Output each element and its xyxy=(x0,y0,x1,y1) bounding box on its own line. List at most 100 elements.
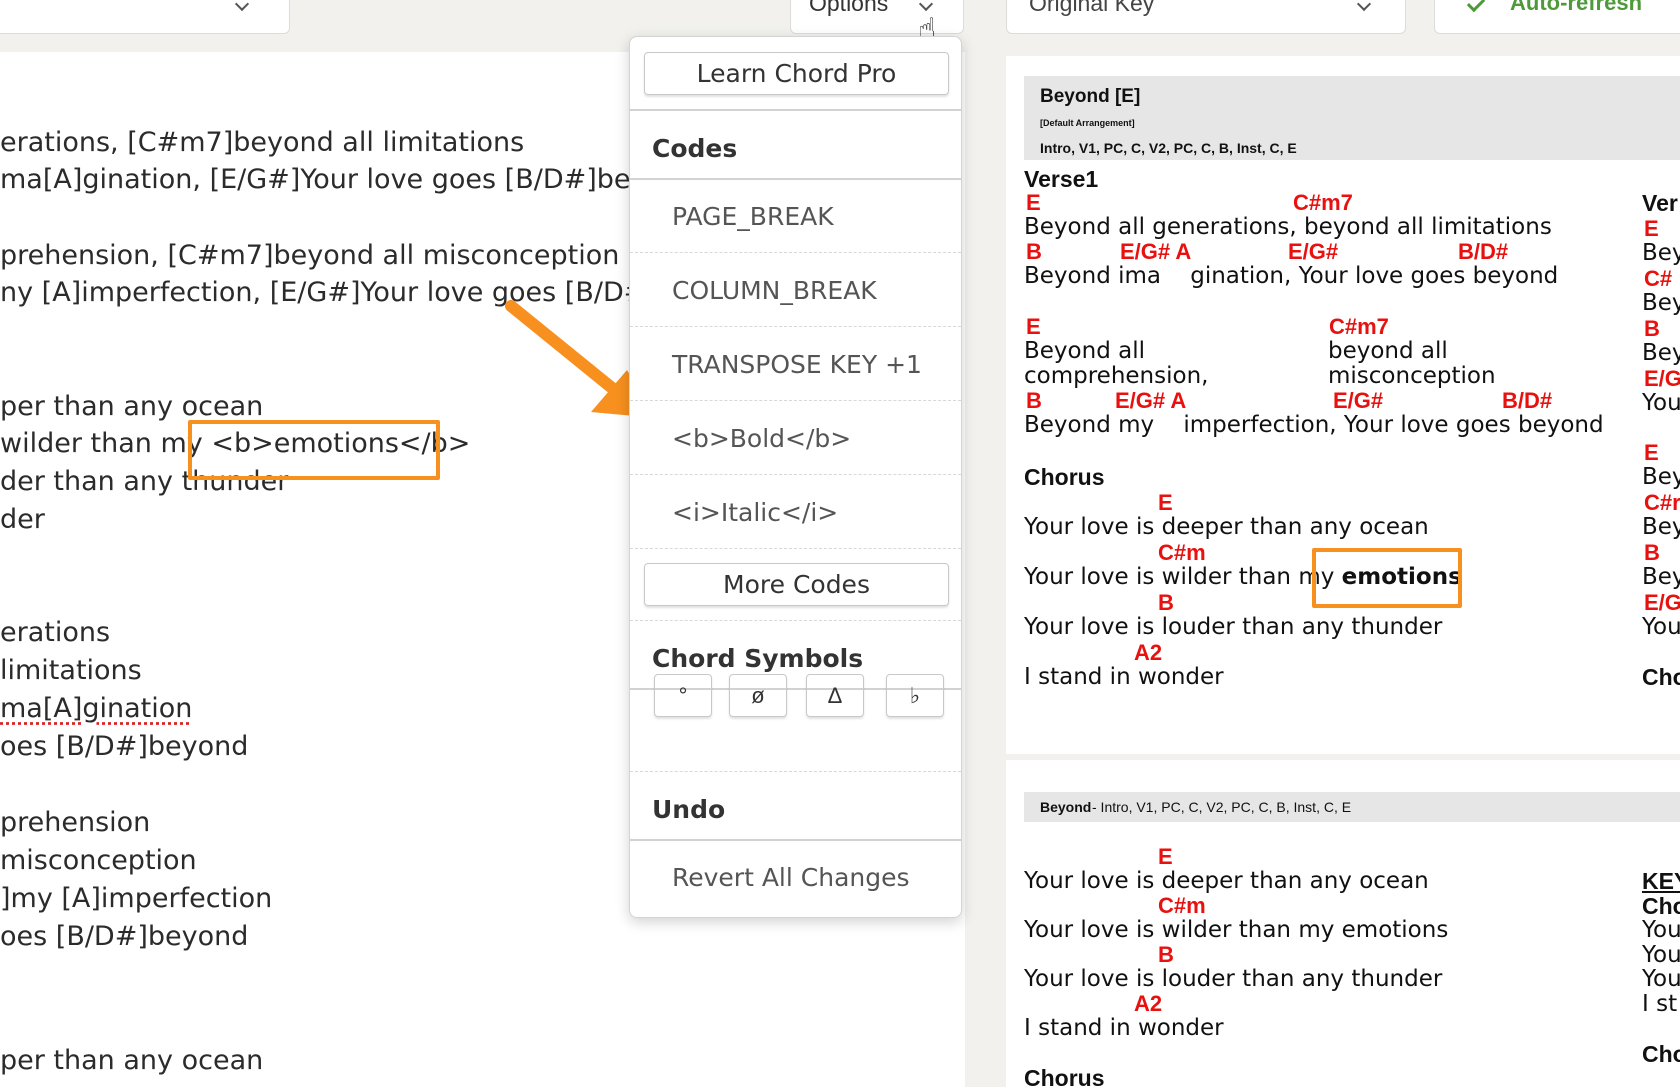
auto-refresh-button[interactable]: Auto-refresh xyxy=(1434,0,1680,34)
side-column-text: E xyxy=(1644,440,1659,465)
chord: E xyxy=(1158,844,1173,869)
editor-line: limitations xyxy=(0,655,142,686)
lyric-line: I stand in wonder xyxy=(1024,664,1224,690)
divider xyxy=(630,252,961,253)
chord: B xyxy=(1158,590,1174,615)
editor-line: per than any ocean xyxy=(0,391,264,422)
divider xyxy=(630,109,961,111)
lyric-line: Your love is wilder than my emotions xyxy=(1024,917,1449,943)
more-codes-button[interactable]: More Codes xyxy=(644,563,949,606)
chord: B xyxy=(1026,388,1042,413)
chord: E/G# A xyxy=(1120,239,1192,264)
side-column-text: You xyxy=(1642,917,1680,943)
lyric-line: Your love is louder than any thunder xyxy=(1024,966,1443,992)
menu-item-bold[interactable]: <b>Bold</b> xyxy=(672,424,851,453)
song-select[interactable] xyxy=(0,0,290,34)
song-title: Beyond xyxy=(1040,799,1092,815)
side-column-text: You xyxy=(1642,966,1680,992)
side-column-text: E/G xyxy=(1644,590,1680,615)
editor-line: oes [B/D#]beyond xyxy=(0,921,249,952)
editor-line: per than any ocean xyxy=(0,1045,264,1076)
editor-line: prehension xyxy=(0,807,151,838)
editor-line: misconception xyxy=(0,845,197,876)
song-header: Beyond [E] [Default Arrangement] Intro, … xyxy=(1024,76,1680,160)
menu-item-transpose-key[interactable]: TRANSPOSE KEY +1 xyxy=(672,350,922,379)
codes-heading: Codes xyxy=(652,134,738,163)
divider xyxy=(630,474,961,475)
side-column-text: KEY xyxy=(1642,868,1680,894)
side-column-text: Ver xyxy=(1642,190,1678,216)
chord: E xyxy=(1158,490,1173,515)
menu-item-italic[interactable]: <i>Italic</i> xyxy=(672,498,838,527)
divider xyxy=(630,326,961,327)
delta-symbol-button[interactable]: Δ xyxy=(806,674,864,717)
song-order: - Intro, V1, PC, C, V2, PC, C, B, Inst, … xyxy=(1092,799,1352,815)
side-column-text: Bey xyxy=(1642,240,1680,266)
flat-symbol-button[interactable]: ♭ xyxy=(886,674,944,717)
side-column-text: Bey xyxy=(1642,464,1680,490)
chord-symbols-heading: Chord Symbols xyxy=(652,644,864,673)
key-select[interactable]: Original Key xyxy=(1006,0,1406,34)
auto-refresh-label: Auto-refresh xyxy=(1510,0,1643,15)
section-label: Chorus xyxy=(1024,1065,1105,1087)
song-header: Beyond - Intro, V1, PC, C, V2, PC, C, B,… xyxy=(1024,792,1680,822)
lyric-line: Beyond ima gination, Your love goes beyo… xyxy=(1024,263,1559,289)
options-menu: Learn Chord Pro Codes PAGE_BREAK COLUMN_… xyxy=(629,36,962,918)
editor-line: erations, [C#m7]beyond all limitations xyxy=(0,127,525,158)
lyric-line: I stand in wonder xyxy=(1024,1015,1224,1041)
side-column-text: Bey xyxy=(1642,290,1680,316)
half-diminished-symbol-button[interactable]: ø xyxy=(729,674,787,717)
menu-item-column-break[interactable]: COLUMN_BREAK xyxy=(672,276,877,305)
lyric-line: beyond all xyxy=(1328,338,1448,364)
options-button[interactable]: Options xyxy=(790,0,964,34)
divider xyxy=(630,771,961,772)
divider xyxy=(630,620,961,621)
section-label: Verse1 xyxy=(1024,166,1099,192)
chord: B xyxy=(1026,239,1042,264)
editor-line: erations xyxy=(0,617,111,648)
editor-line: ]my [A]imperfection xyxy=(0,883,273,914)
revert-all-changes[interactable]: Revert All Changes xyxy=(672,863,910,892)
side-column-text: E xyxy=(1644,216,1659,241)
chord: E xyxy=(1026,314,1041,339)
undo-heading: Undo xyxy=(652,795,726,824)
chord: E xyxy=(1026,190,1041,215)
lyric-line: comprehension, xyxy=(1024,363,1209,389)
side-column-text: C#r xyxy=(1644,490,1680,515)
chord: B/D# xyxy=(1502,388,1553,413)
divider xyxy=(630,178,961,180)
editor-line: der xyxy=(0,504,45,535)
divider xyxy=(630,839,961,841)
side-column-text: Bey xyxy=(1642,340,1680,366)
chord: B/D# xyxy=(1458,239,1509,264)
lyric-line: Your love is deeper than any ocean xyxy=(1024,514,1429,540)
chevron-down-icon xyxy=(1356,0,1372,12)
chart-preview-page: Beyond - Intro, V1, PC, C, V2, PC, C, B,… xyxy=(1006,760,1680,1087)
divider xyxy=(630,400,961,401)
chord: C#m xyxy=(1158,893,1206,918)
side-column-text: Bey xyxy=(1642,564,1680,590)
side-column-text: You xyxy=(1642,614,1680,640)
lyric-line: Beyond my imperfection, Your love goes b… xyxy=(1024,412,1604,438)
key-select-value: Original Key xyxy=(1029,0,1155,16)
learn-chord-pro-button[interactable]: Learn Chord Pro xyxy=(644,52,949,95)
degree-symbol-button[interactable]: ° xyxy=(654,674,712,717)
song-title: Beyond [E] xyxy=(1040,86,1141,107)
side-column-text: Cho xyxy=(1642,1041,1680,1067)
chord: B xyxy=(1158,942,1174,967)
chord: E/G# A xyxy=(1115,388,1187,413)
editor-line: oes [B/D#]beyond xyxy=(0,731,249,762)
lyric-line: Your love is deeper than any ocean xyxy=(1024,868,1429,894)
chord: A2 xyxy=(1134,991,1163,1016)
check-icon xyxy=(1466,0,1486,13)
options-label: Options xyxy=(809,0,889,16)
chevron-down-icon xyxy=(918,0,934,12)
side-column-text: You xyxy=(1642,942,1680,968)
chord: A2 xyxy=(1134,640,1163,665)
chart-preview-page: Beyond [E] [Default Arrangement] Intro, … xyxy=(1006,56,1680,754)
highlight-box xyxy=(188,420,440,480)
editor-line: ma[A]gination, [E/G#]Your love goes [B/D… xyxy=(0,164,664,195)
menu-item-page-break[interactable]: PAGE_BREAK xyxy=(672,202,834,231)
arrangement-label: [Default Arrangement] xyxy=(1040,118,1135,128)
editor-line: prehension, [C#m7]beyond all misconcepti… xyxy=(0,240,620,271)
